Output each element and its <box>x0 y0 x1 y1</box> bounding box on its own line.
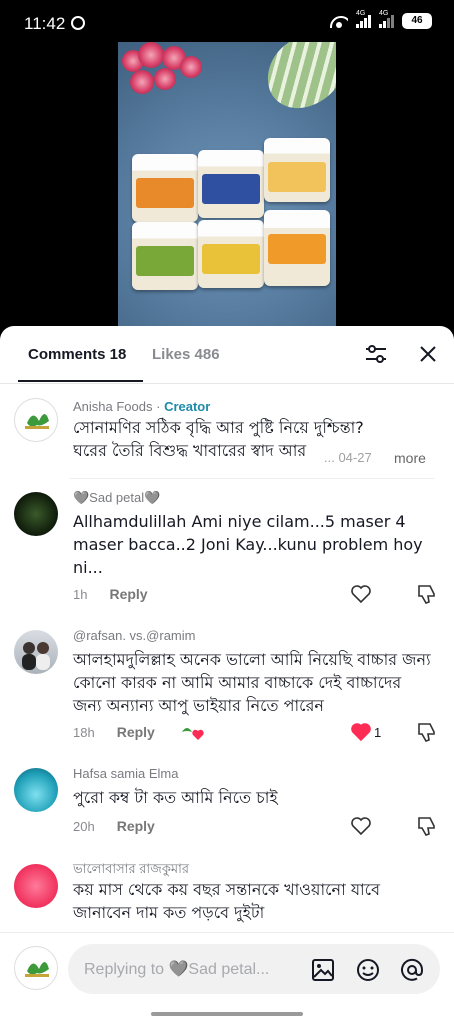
heart-icon[interactable] <box>350 584 372 604</box>
product-jar <box>198 220 264 288</box>
like-count: 1 <box>374 725 382 740</box>
comment-item: 🩶Sad petal🩶 Allhamdulillah Ami niye cila… <box>0 490 454 610</box>
comment-meta: 1h Reply <box>73 586 148 602</box>
reply-button[interactable]: Reply <box>117 818 155 834</box>
sheet-tabs: Comments 18 Likes 486 <box>0 326 454 384</box>
avatar[interactable] <box>14 492 58 536</box>
creator-liked-icon <box>182 728 204 740</box>
comment-time: 20h <box>73 819 95 834</box>
product-jar <box>264 210 330 286</box>
comment-username[interactable]: @rafsan. vs.@ramim <box>73 628 195 643</box>
flowers-decoration <box>118 42 208 102</box>
reply-input[interactable]: Replying to 🩶Sad petal... <box>68 944 440 994</box>
dislike-icon[interactable] <box>416 583 438 605</box>
dislike-icon[interactable] <box>416 721 438 743</box>
dislike-icon[interactable] <box>416 815 438 837</box>
heart-icon[interactable] <box>350 816 372 836</box>
comment-time: 18h <box>73 725 95 740</box>
emoji-icon[interactable] <box>355 957 381 983</box>
comment-meta: 20h Reply <box>73 818 155 834</box>
mention-icon[interactable] <box>399 957 425 983</box>
battery-indicator: 46 <box>402 13 432 29</box>
comment-time: 1h <box>73 587 88 602</box>
comment-text: কয় মাস থেকে কয় বছর সন্তানকে খাওয়ানো য… <box>73 880 381 922</box>
comment-item: Anisha Foods · Creator সোনামণির সঠিক বৃদ… <box>0 396 454 474</box>
heart-icon-liked[interactable] <box>350 722 372 742</box>
status-time: 11:42 <box>24 14 66 33</box>
composer-divider <box>0 932 454 933</box>
product-jar <box>132 154 198 222</box>
product-jar <box>198 150 264 218</box>
comment-composer: Replying to 🩶Sad petal... <box>0 934 454 1024</box>
whatsapp-notification-icon <box>71 16 85 30</box>
comments-sheet: Comments 18 Likes 486 Anisha Foods · Cre… <box>0 326 454 1024</box>
comment-date: ... 04-27 <box>324 450 372 465</box>
active-tab-indicator <box>18 380 143 382</box>
reply-button[interactable]: Reply <box>117 724 155 740</box>
avatar[interactable] <box>14 398 58 442</box>
product-jar <box>264 138 330 202</box>
reply-placeholder: Replying to 🩶Sad petal... <box>84 961 270 978</box>
wifi-icon <box>330 14 348 28</box>
image-icon[interactable] <box>310 957 336 983</box>
creator-badge: Creator <box>164 399 211 414</box>
more-button[interactable]: more <box>394 450 426 466</box>
comment-text: Allhamdulillah Ami niye cilam...5 maser … <box>73 512 423 577</box>
avatar[interactable] <box>14 768 58 812</box>
comment-item: ভালোবাসার রাজকুমার কয় মাস থেকে কয় বছর … <box>0 860 454 932</box>
comment-meta: 18h Reply <box>73 724 155 740</box>
signal-icon: 4G <box>356 10 371 28</box>
comment-text: পুরো কম্ব টা কত আমি নিতে চাই <box>73 788 278 807</box>
comment-text: সোনামণির সঠিক বৃদ্ধি আর পুষ্টি নিয়ে দুশ… <box>73 416 448 462</box>
avatar[interactable] <box>14 630 58 674</box>
comment-username[interactable]: Hafsa samia Elma <box>73 766 178 781</box>
video-player[interactable] <box>118 42 336 328</box>
comment-username[interactable]: Anisha Foods · Creator <box>73 399 210 414</box>
username-text: Anisha Foods <box>73 399 153 414</box>
signal-icon: 4G <box>379 10 394 28</box>
comment-text: আলহামদুলিল্লাহ অনেক ভালো আমি নিয়েছি বাচ… <box>73 650 431 715</box>
leaf-decoration <box>258 42 336 116</box>
tab-comments[interactable]: Comments 18 <box>28 346 126 363</box>
tab-likes[interactable]: Likes 486 <box>152 346 220 363</box>
comment-item: @rafsan. vs.@ramim আলহামদুলিল্লাহ অনেক ভ… <box>0 628 454 748</box>
divider <box>70 478 434 479</box>
filter-icon[interactable] <box>364 343 388 365</box>
avatar[interactable] <box>14 864 58 908</box>
signal-label: 4G <box>356 10 366 17</box>
product-jar <box>132 222 198 290</box>
status-bar: 11:42 4G 4G 46 <box>0 0 454 44</box>
my-avatar[interactable] <box>14 946 58 990</box>
reply-button[interactable]: Reply <box>109 586 147 602</box>
comment-text-line: সোনামণির সঠিক বৃদ্ধি আর পুষ্টি নিয়ে দুশ… <box>73 418 364 437</box>
comment-item: Hafsa samia Elma পুরো কম্ব টা কত আমি নিত… <box>0 766 454 846</box>
comment-text-line: ঘরের তৈরি বিশুদ্ধ খাবারের স্বাদ আর <box>73 441 307 460</box>
close-icon[interactable] <box>418 344 438 364</box>
home-indicator <box>151 1012 303 1016</box>
signal-label: 4G <box>379 10 389 17</box>
comment-username[interactable]: 🩶Sad petal🩶 <box>73 490 160 506</box>
